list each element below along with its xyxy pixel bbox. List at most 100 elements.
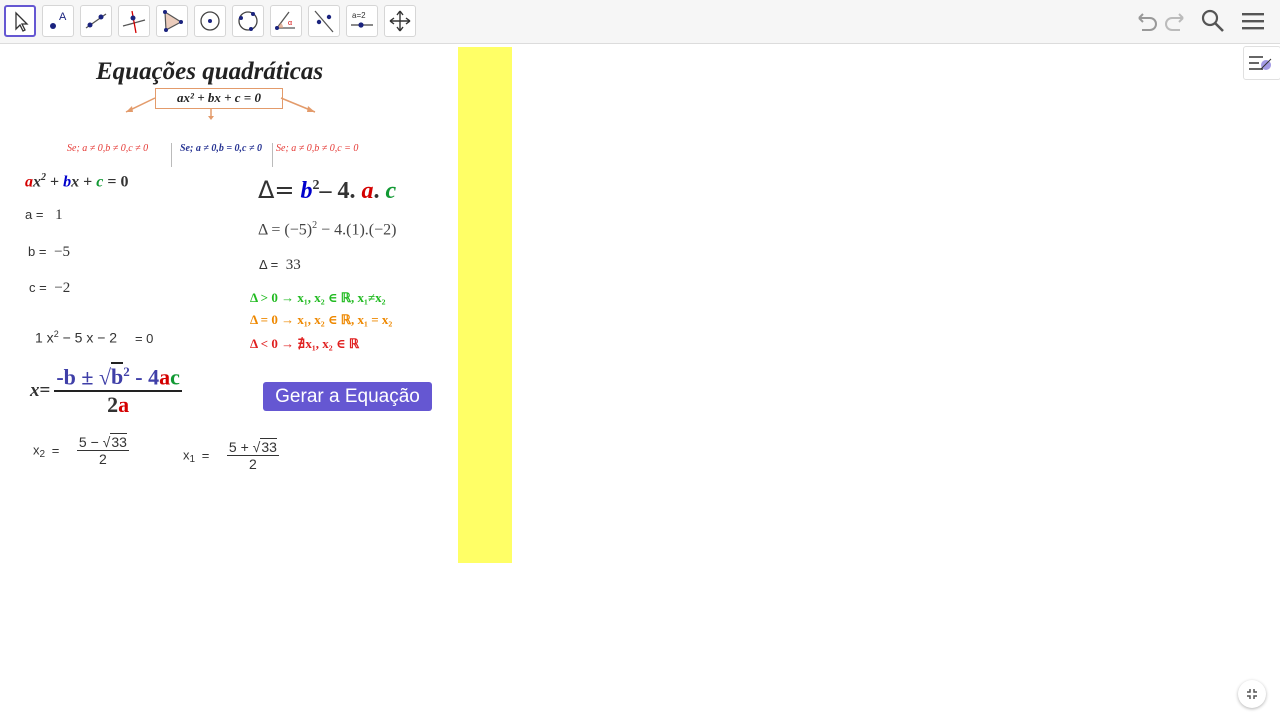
angle-tool[interactable]: α: [270, 5, 302, 37]
line-icon: [85, 13, 107, 29]
root-x2: x2 = 5 − √33 2: [33, 433, 129, 467]
bh-numerator: -b ± √b2 - 4ac: [54, 362, 182, 393]
x2-fraction: 5 − √33 2: [76, 433, 129, 467]
root-x1: x1 = 5 + √33 2: [183, 438, 279, 472]
delta-value: 33: [285, 257, 301, 273]
plus-1: +: [46, 173, 64, 191]
generate-equation-button[interactable]: Gerar a Equação: [263, 382, 432, 411]
x1-root: 33: [260, 438, 277, 455]
slider-icon: a=2: [351, 11, 373, 28]
coef-a: a: [25, 173, 33, 191]
delta-sub-post: − 4.(1).(−2): [317, 221, 397, 239]
delta-b: b: [300, 178, 313, 204]
move-tool[interactable]: [4, 5, 36, 37]
collapse-icon: [1247, 689, 1257, 699]
delta-b-exp: 2: [312, 178, 320, 193]
var-x2: x: [33, 173, 41, 191]
move-view-icon: [389, 10, 411, 32]
x2-root: 33: [110, 433, 127, 450]
bh-fraction: -b ± √b2 - 4ac 2a: [54, 362, 182, 418]
delta-formula: Δ= b2– 4. a. c: [258, 176, 396, 205]
svg-text:α: α: [288, 20, 292, 27]
b-value: −5: [54, 244, 71, 260]
generated-equation: 1 x2 − 5 x − 2 = 0: [35, 329, 153, 346]
delta-c: c: [385, 178, 397, 204]
x2-num: 5 −: [78, 434, 103, 450]
a-input-row[interactable]: a = 1: [25, 207, 63, 224]
slider-tool-glyph: a=2: [352, 11, 366, 20]
cursor-arrow-icon: [15, 11, 29, 32]
point-tool-glyph: A: [59, 11, 67, 23]
a-value: 1: [55, 207, 63, 223]
x2-eq: =: [51, 442, 60, 458]
general-form: ax2 + bx + c = 0: [25, 172, 128, 191]
var-x: x: [71, 173, 80, 191]
line-tool[interactable]: [80, 5, 112, 37]
delta-a: a: [361, 178, 374, 204]
perpendicular-line-tool[interactable]: [118, 5, 150, 37]
case-divider-1: [171, 143, 172, 167]
undo-button[interactable]: [1130, 6, 1160, 36]
eq-post: − 5 x − 2: [58, 329, 118, 346]
menu-button[interactable]: [1238, 6, 1268, 36]
delta-minus: – 4.: [319, 178, 356, 204]
bh-num-pre: -b ± √: [56, 364, 112, 390]
circle-three-points-tool[interactable]: [232, 5, 264, 37]
circle-three-points-icon: [238, 11, 258, 31]
case-right: Se; a ≠ 0,b ≠ 0,c = 0: [276, 143, 359, 154]
eq-pre: 1 x: [35, 329, 54, 346]
x1-num: 5 +: [228, 439, 253, 455]
c-value: −2: [54, 280, 71, 296]
point-tool[interactable]: A: [42, 5, 74, 37]
search-icon: [1201, 9, 1224, 32]
angle-icon: α: [275, 11, 295, 30]
redo-button[interactable]: [1162, 6, 1192, 36]
fullscreen-button[interactable]: [1238, 680, 1266, 708]
c-input-row[interactable]: c = −2: [29, 280, 70, 297]
b-input-row[interactable]: b = −5: [28, 244, 70, 261]
x1-den: 2: [249, 456, 257, 472]
delta-head: Δ=: [258, 176, 295, 204]
polygon-icon: [163, 10, 183, 32]
rule-negative: Δ < 0 → ∄x₁, x₂ ∈ ℝ: [250, 336, 360, 351]
delta-value-row: Δ = 33: [259, 257, 301, 274]
delta-label: Δ =: [259, 257, 279, 272]
bh-eq: =: [39, 380, 51, 402]
bh-den-2: 2: [107, 392, 119, 418]
bh-b2: b: [111, 362, 124, 390]
move-graphics-view-tool[interactable]: [384, 5, 416, 37]
yellow-highlight-box: [458, 47, 512, 563]
x2-sub: 2: [39, 449, 46, 461]
bh-denominator: 2a: [54, 392, 182, 418]
eq-zero: = 0: [103, 173, 129, 191]
delta-substituted: Δ = (−5)2 − 4.(1).(−2): [258, 220, 396, 239]
search-button[interactable]: [1198, 6, 1228, 36]
x1-eq: =: [201, 447, 210, 463]
menu-icon: [1242, 13, 1264, 30]
circle-tool[interactable]: [194, 5, 226, 37]
reflect-tool[interactable]: [308, 5, 340, 37]
reflect-icon: [314, 10, 334, 33]
bh-minus4: - 4: [129, 364, 160, 390]
bh-x: x: [30, 380, 40, 402]
coef-b: b: [63, 173, 72, 191]
point-icon: A: [50, 11, 67, 29]
a-label: a =: [25, 207, 44, 222]
c-label: c =: [29, 280, 47, 295]
slider-tool[interactable]: a=2: [346, 5, 378, 37]
x2-numerator: 5 − √33: [76, 433, 129, 451]
arrows-graphic: [125, 97, 316, 120]
rule-zero: Δ = 0 → x₁, x₂ ∈ ℝ, x₁ = x₂: [250, 312, 393, 327]
x1-fraction: 5 + √33 2: [226, 438, 279, 472]
bh-c: c: [170, 364, 180, 390]
polygon-tool[interactable]: [156, 5, 188, 37]
redo-icon: [1165, 13, 1184, 31]
undo-icon: [1138, 13, 1157, 31]
case-mid: Se; a ≠ 0,b = 0,c ≠ 0: [180, 143, 262, 154]
delta-sub-pre: Δ = (−5): [258, 221, 313, 239]
case-divider-2: [272, 143, 273, 167]
style-bar-toggle[interactable]: [1243, 46, 1280, 80]
bhaskara-formula: x= -b ± √b2 - 4ac 2a: [30, 362, 182, 418]
x1-numerator: 5 + √33: [226, 438, 279, 456]
page-title: Equações quadráticas: [96, 58, 324, 85]
